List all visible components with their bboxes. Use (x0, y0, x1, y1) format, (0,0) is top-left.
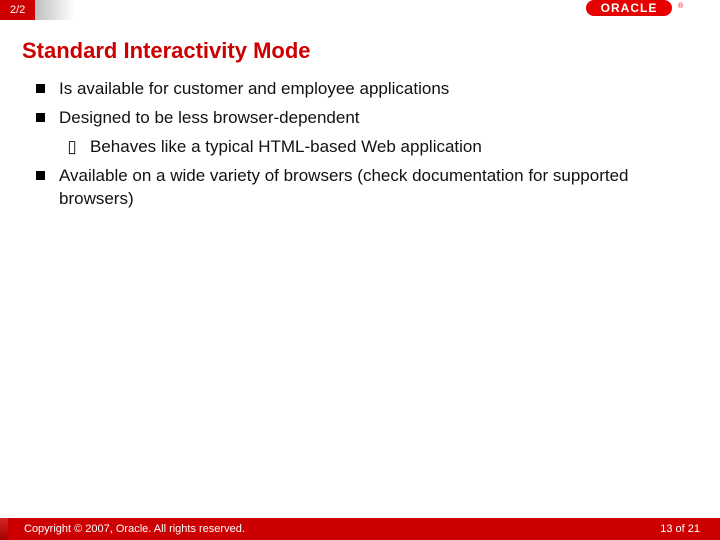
bullet-item: Available on a wide variety of browsers … (36, 165, 680, 211)
logo-wrap: ORACLE ® (586, 0, 720, 21)
tab-shadow (35, 0, 75, 20)
oracle-logo-text: ORACLE (601, 1, 658, 15)
square-bullet-icon (36, 171, 45, 180)
slide-body: Is available for customer and employee a… (36, 78, 680, 211)
bullet-text: Behaves like a typical HTML-based Web ap… (90, 136, 482, 159)
bullet-text: Is available for customer and employee a… (59, 78, 449, 101)
slide-counter-tab: 2/2 (0, 0, 35, 20)
square-bullet-icon (36, 84, 45, 93)
footer-bar: Copyright © 2007, Oracle. All rights res… (0, 518, 720, 540)
bullet-item: Designed to be less browser-dependent (36, 107, 680, 130)
oracle-logo-icon: ORACLE ® (586, 0, 696, 21)
slide-title: Standard Interactivity Mode (22, 38, 720, 64)
bullet-text: Designed to be less browser-dependent (59, 107, 360, 130)
slide-counter: 2/2 (10, 4, 25, 16)
bullet-item: Is available for customer and employee a… (36, 78, 680, 101)
square-bullet-icon (36, 113, 45, 122)
header-band: 2/2 ORACLE ® (0, 0, 720, 20)
svg-text:®: ® (678, 2, 684, 10)
bullet-item: ▯ Behaves like a typical HTML-based Web a… (64, 136, 680, 159)
footer-decoration (0, 518, 8, 540)
page-indicator: 13 of 21 (660, 523, 700, 535)
sub-bullet-icon: ▯ (64, 136, 80, 159)
copyright-text: Copyright © 2007, Oracle. All rights res… (24, 523, 245, 535)
bullet-text: Available on a wide variety of browsers … (59, 165, 680, 211)
